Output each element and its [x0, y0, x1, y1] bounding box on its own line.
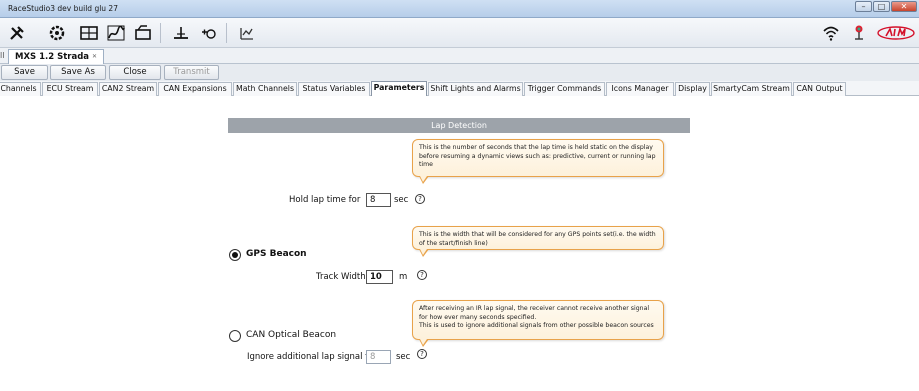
- lap-detection-header: Lap Detection: [228, 118, 690, 133]
- window-title: RaceStudio3 dev build glu 27: [8, 4, 118, 13]
- close-window-button[interactable]: ✕: [891, 1, 917, 12]
- chart-icon[interactable]: [234, 22, 260, 44]
- wrench-gear-icon[interactable]: [44, 22, 70, 44]
- hold-lap-unit: sec: [394, 195, 409, 205]
- tab-ecu-stream[interactable]: ECU Stream: [42, 82, 98, 96]
- track-width-label: Track Width: [316, 272, 366, 282]
- tab-icons-manager[interactable]: Icons Manager: [606, 82, 674, 96]
- graph-icon[interactable]: [103, 22, 129, 44]
- tab-status-variables[interactable]: Status Variables: [298, 82, 370, 96]
- maximize-button[interactable]: □: [873, 1, 890, 12]
- hold-lap-help-icon[interactable]: ?: [415, 194, 425, 204]
- save-as-button[interactable]: Save As: [50, 65, 106, 80]
- hold-lap-input[interactable]: 8: [366, 193, 391, 207]
- hold-lap-label: Hold lap time for: [289, 195, 361, 205]
- camera-icon[interactable]: [130, 22, 156, 44]
- toolbar-separator: [226, 23, 227, 43]
- track-width-input[interactable]: 10: [366, 270, 393, 284]
- aim-logo: [876, 22, 916, 44]
- can-beacon-tooltip: After receiving an IR lap signal, the re…: [412, 300, 664, 347]
- minimize-button[interactable]: –: [855, 1, 872, 12]
- tab-parameters[interactable]: Parameters: [371, 81, 427, 96]
- save-button[interactable]: Save: [1, 65, 48, 80]
- tab-pin-icon: ll: [0, 51, 5, 60]
- can-beacon-tooltip-line1: After receiving an IR lap signal, the re…: [419, 305, 650, 321]
- tab-can2-stream[interactable]: CAN2 Stream: [99, 82, 157, 96]
- track-width-unit: m: [399, 272, 408, 282]
- section-tabs: Channels ECU Stream CAN2 Stream CAN Expa…: [0, 81, 919, 96]
- tab-shift-lights-alarms[interactable]: Shift Lights and Alarms: [428, 82, 523, 96]
- can-beacon-tooltip-line2: This is used to ignore additional signal…: [419, 322, 654, 329]
- ignore-lap-signal-unit: sec: [396, 352, 411, 362]
- can-optical-beacon-radio[interactable]: [229, 330, 241, 342]
- file-tab-close-icon[interactable]: ✕: [92, 53, 97, 60]
- can-optical-beacon-label: CAN Optical Beacon: [246, 330, 337, 340]
- gps-width-tooltip-text: This is the width that will be considere…: [419, 231, 656, 247]
- track-width-help-icon[interactable]: ?: [417, 270, 427, 280]
- gps-beacon-radio[interactable]: [229, 249, 241, 261]
- action-bar: Save Save As Close Transmit: [0, 64, 919, 81]
- transmit-button[interactable]: Transmit: [164, 65, 219, 80]
- gps-beacon-label: GPS Beacon: [246, 249, 307, 259]
- file-tab-bar: ll MXS 1.2 Strada ✕: [0, 48, 919, 64]
- tab-can-output[interactable]: CAN Output: [793, 82, 846, 96]
- ignore-lap-signal-help-icon[interactable]: ?: [417, 349, 427, 359]
- tab-smartycam-stream[interactable]: SmartyCam Stream: [711, 82, 792, 96]
- window-controls: – □ ✕: [855, 1, 917, 12]
- tooltip-tail-inner: [420, 176, 427, 182]
- gps-width-tooltip: This is the width that will be considere…: [412, 226, 664, 257]
- tooltip-tail-inner: [420, 339, 427, 345]
- toolbar-separator: [160, 23, 161, 43]
- hold-lap-tooltip-text: This is the number of seconds that the l…: [419, 144, 656, 168]
- tab-display[interactable]: Display: [675, 82, 710, 96]
- gauge-icon[interactable]: [196, 22, 222, 44]
- close-button[interactable]: Close: [109, 65, 161, 80]
- track-icon[interactable]: [168, 22, 194, 44]
- ignore-lap-signal-label: Ignore additional lap signal for: [247, 352, 377, 362]
- network-icon[interactable]: [846, 22, 872, 44]
- wifi-icon[interactable]: [818, 22, 844, 44]
- tab-channels[interactable]: Channels: [0, 82, 41, 96]
- tab-trigger-commands[interactable]: Trigger Commands: [524, 82, 605, 96]
- dashboard-icon[interactable]: [76, 22, 102, 44]
- tools-icon[interactable]: [4, 22, 30, 44]
- main-toolbar: [0, 18, 919, 48]
- tooltip-tail-inner: [420, 249, 427, 255]
- tab-math-channels[interactable]: Math Channels: [233, 82, 297, 96]
- ignore-lap-signal-input[interactable]: 8: [366, 350, 391, 364]
- file-tab-mxs[interactable]: MXS 1.2 Strada ✕: [8, 49, 105, 64]
- file-tab-label: MXS 1.2 Strada: [15, 52, 90, 62]
- title-bar: RaceStudio3 dev build glu 27 – □ ✕: [0, 0, 919, 18]
- tab-can-expansions[interactable]: CAN Expansions: [158, 82, 232, 96]
- hold-lap-tooltip: This is the number of seconds that the l…: [412, 139, 664, 184]
